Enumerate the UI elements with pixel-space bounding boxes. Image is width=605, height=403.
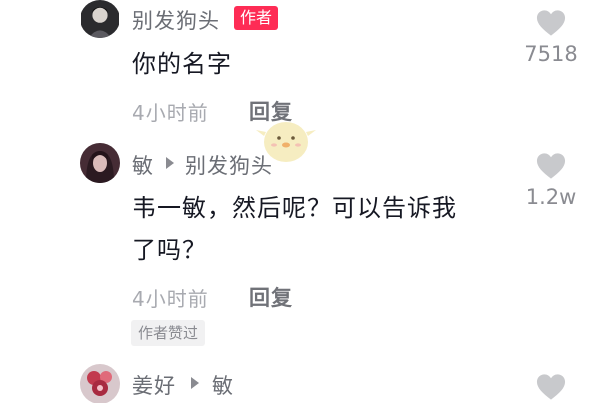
comment-time: 4小时前 [132,101,209,125]
heart-icon[interactable] [536,373,566,401]
author-liked-tag: 作者赞过 [131,320,206,346]
comment-username[interactable]: 敏 [132,150,154,180]
like-count: 1.2w [525,185,577,209]
comment-text-line1: 韦一敏，然后呢？可以告诉我 [132,194,457,222]
heart-icon[interactable] [536,152,566,180]
reply-arrow-icon [191,377,199,389]
reply-to-username[interactable]: 别发狗头 [185,150,273,180]
comment-username[interactable]: 别发狗头 [132,5,220,35]
avatar[interactable] [80,0,120,38]
like-count: 7518 [524,42,578,66]
comment-username[interactable]: 姜好 [132,370,176,400]
comment-text-line2: 了吗？ [132,236,207,264]
avatar[interactable] [80,143,120,183]
author-badge: 作者 [234,6,279,30]
comment-text: 你的名字 [132,50,232,78]
comment-time: 4小时前 [132,287,209,311]
heart-icon[interactable] [536,9,566,37]
reply-button[interactable]: 回复 [249,282,293,312]
reply-arrow-icon [166,157,174,169]
avatar[interactable] [80,364,120,403]
reply-to-username[interactable]: 敏 [212,370,234,400]
